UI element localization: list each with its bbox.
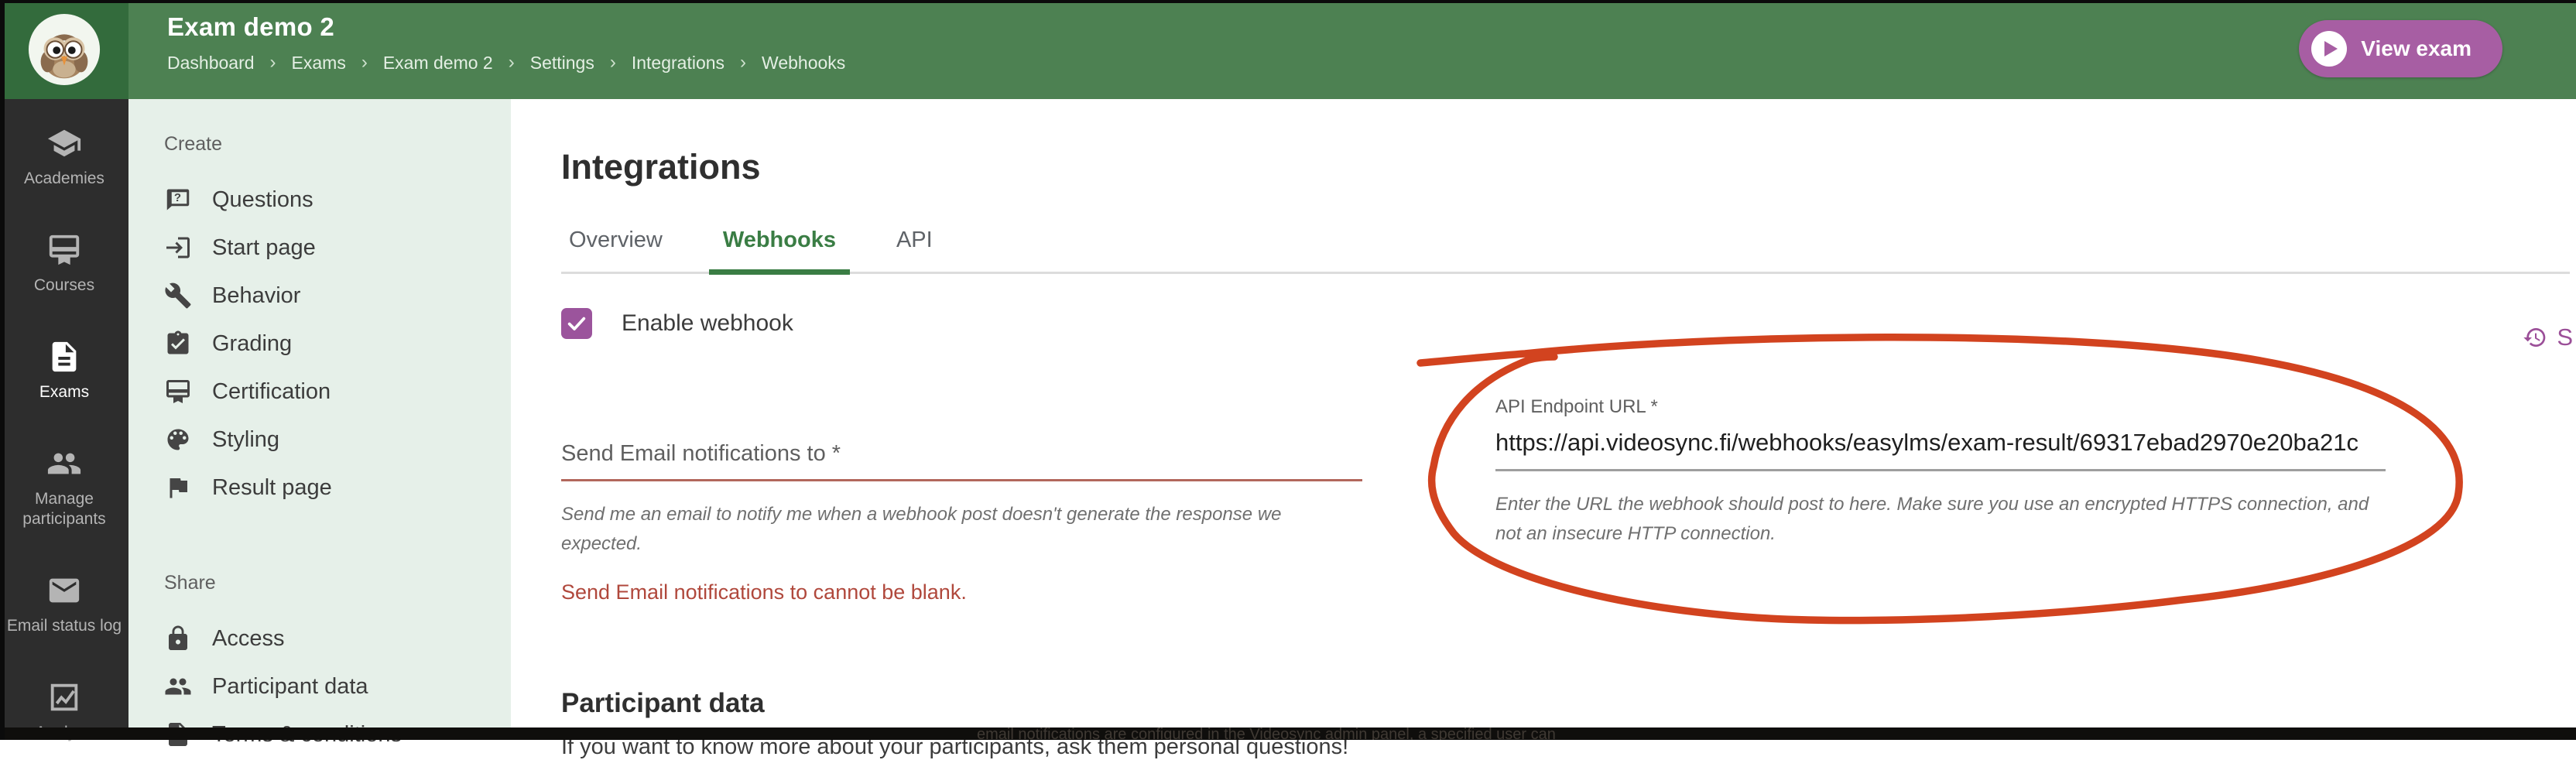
sidebar-item-result-page[interactable]: Result page	[164, 464, 511, 512]
certificate-icon	[164, 378, 192, 406]
api-endpoint-label: API Endpoint URL *	[1495, 396, 2386, 418]
sidebar-item-participant-data[interactable]: Participant data	[164, 662, 511, 710]
checkmark-icon	[566, 313, 587, 334]
participant-data-title: Participant data	[561, 688, 2576, 719]
breadcrumb-exams[interactable]: Exams	[292, 53, 346, 74]
view-exam-button[interactable]: View exam	[2299, 20, 2502, 77]
sidebar-item-certification[interactable]: Certification	[164, 368, 511, 416]
sidebar-item-behavior[interactable]: Behavior	[164, 272, 511, 320]
people-icon	[46, 446, 82, 481]
bottom-bar-note: email notifications are configured in th…	[977, 727, 1556, 740]
email-notifications-input[interactable]: Send Email notifications to *	[561, 396, 1362, 481]
participant-data-section: Participant data If you want to know mor…	[561, 688, 2576, 760]
main-content: Integrations Overview Webhooks API Enabl…	[511, 99, 2576, 727]
tab-webhooks[interactable]: Webhooks	[715, 228, 844, 272]
tab-overview[interactable]: Overview	[561, 228, 670, 272]
breadcrumb-integrations[interactable]: Integrations	[632, 53, 724, 74]
settings-history-label: S	[2557, 324, 2573, 351]
api-endpoint-field: API Endpoint URL * https://api.videosync…	[1495, 396, 2386, 549]
palette-icon	[164, 426, 192, 454]
breadcrumb-separator: ›	[509, 52, 515, 74]
breadcrumb: Dashboard › Exams › Exam demo 2 › Settin…	[167, 52, 845, 74]
screen-edge-top	[0, 0, 2576, 3]
sidebar-item-access[interactable]: Access	[164, 615, 511, 662]
main-nav-rail: Academies Courses Exams Manage participa…	[0, 99, 128, 727]
breadcrumb-separator: ›	[740, 52, 746, 74]
settings-history-link[interactable]: S	[2523, 324, 2573, 351]
owl-logo-icon	[26, 12, 102, 87]
email-notifications-helper: Send me an email to notify me when a web…	[561, 500, 1362, 559]
breadcrumb-separator: ›	[610, 52, 616, 74]
email-notifications-label: Send Email notifications to *	[561, 441, 841, 467]
sidebar-item-start-page[interactable]: Start page	[164, 224, 511, 272]
email-notifications-field: Send Email notifications to * Send me an…	[561, 396, 1362, 604]
exam-settings-sidebar: Create ? Questions Start page Behavior G…	[128, 99, 511, 727]
breadcrumb-settings[interactable]: Settings	[530, 53, 594, 74]
nav-email-status-log[interactable]: Email status log	[0, 573, 128, 636]
nav-manage-participants[interactable]: Manage participants	[0, 446, 128, 529]
breadcrumb-separator: ›	[361, 52, 368, 74]
nav-academies[interactable]: Academies	[0, 125, 128, 189]
svg-text:?: ?	[174, 191, 181, 204]
people-icon	[164, 673, 192, 700]
breadcrumb-exam-demo-2[interactable]: Exam demo 2	[383, 53, 493, 74]
graduation-cap-icon	[46, 125, 82, 161]
api-endpoint-input[interactable]: https://api.videosync.fi/webhooks/easylm…	[1495, 429, 2386, 471]
sidebar-item-grading[interactable]: Grading	[164, 320, 511, 368]
app-header: Exam demo 2 Dashboard › Exams › Exam dem…	[0, 0, 2576, 99]
play-icon	[2311, 31, 2347, 67]
enable-webhook-checkbox[interactable]	[561, 308, 592, 339]
section-create: Create	[164, 133, 511, 156]
document-icon	[46, 339, 82, 375]
page-title: Integrations	[561, 147, 2576, 187]
api-endpoint-helper: Enter the URL the webhook should post to…	[1495, 490, 2386, 549]
breadcrumb-dashboard[interactable]: Dashboard	[167, 53, 255, 74]
certificate-icon	[46, 232, 82, 268]
tab-api[interactable]: API	[889, 228, 940, 272]
wrench-icon	[164, 282, 192, 310]
lock-icon	[164, 625, 192, 652]
nav-exams[interactable]: Exams	[0, 339, 128, 402]
integrations-tabs: Overview Webhooks API	[561, 228, 2570, 274]
flag-icon	[164, 474, 192, 502]
email-notifications-error: Send Email notifications to cannot be bl…	[561, 580, 1362, 604]
history-icon	[2523, 325, 2547, 350]
clipboard-check-icon	[164, 330, 192, 358]
screen-edge-left	[0, 0, 5, 740]
enable-webhook-label: Enable webhook	[622, 310, 793, 337]
sidebar-item-styling[interactable]: Styling	[164, 416, 511, 464]
exam-title: Exam demo 2	[167, 12, 845, 42]
app-logo[interactable]	[0, 0, 128, 99]
question-bubble-icon: ?	[164, 186, 192, 214]
breadcrumb-separator: ›	[270, 52, 276, 74]
bottom-bar: email notifications are configured in th…	[0, 727, 2576, 740]
enter-arrow-icon	[164, 234, 192, 262]
envelope-icon	[46, 573, 82, 608]
sidebar-item-questions[interactable]: ? Questions	[164, 176, 511, 224]
section-share: Share	[164, 572, 511, 594]
breadcrumb-webhooks[interactable]: Webhooks	[762, 53, 845, 74]
nav-courses[interactable]: Courses	[0, 232, 128, 296]
api-endpoint-value: https://api.videosync.fi/webhooks/easylm…	[1495, 429, 2358, 456]
chart-icon	[46, 680, 82, 715]
